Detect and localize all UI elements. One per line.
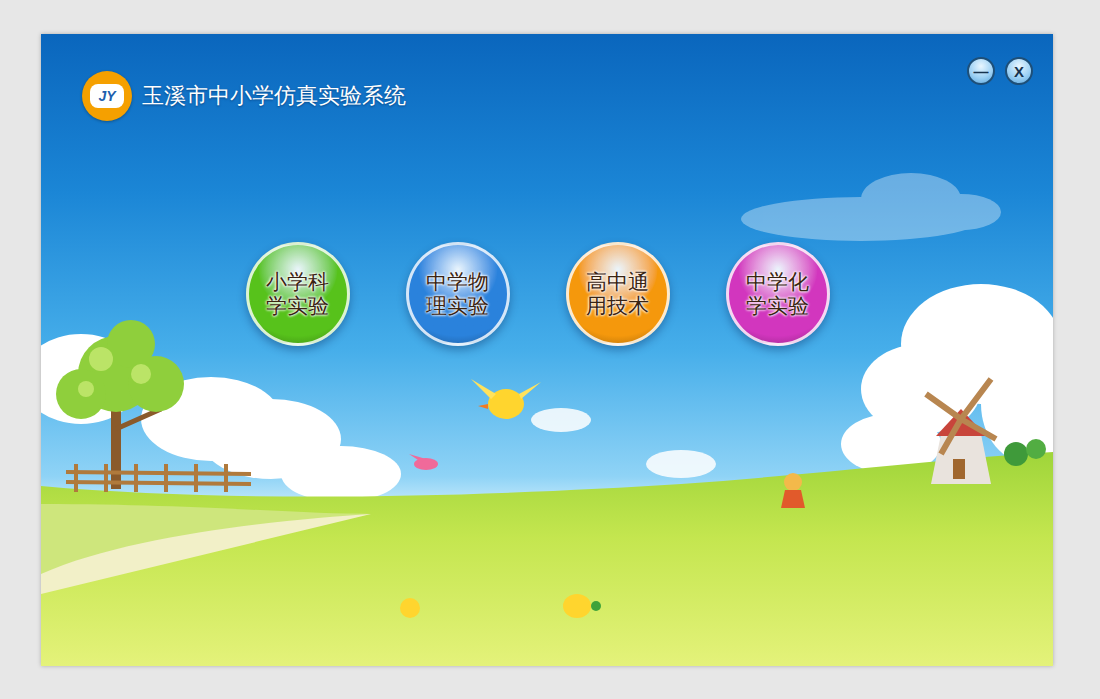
app-title: 玉溪市中小学仿真实验系统 — [142, 81, 406, 111]
scenery — [41, 34, 1053, 666]
minimize-button[interactable]: — — [967, 57, 995, 85]
subject-button[interactable]: 小学科学实验 — [246, 242, 350, 346]
window-controls: —X — [967, 57, 1033, 85]
logo-icon: JY — [82, 71, 132, 121]
close-button[interactable]: X — [1005, 57, 1033, 85]
subject-button[interactable]: 中学物理实验 — [406, 242, 510, 346]
subject-button[interactable]: 高中通用技术 — [566, 242, 670, 346]
title-bar: JY 玉溪市中小学仿真实验系统 —X — [41, 34, 1053, 121]
logo-text: JY — [98, 89, 115, 103]
subject-label[interactable]: 高中通用技术 — [585, 270, 651, 318]
subject-menu: 小学科学实验 中学物理实验 高中通用技术 中学化学实验 — [41, 242, 1053, 346]
subject-label[interactable]: 中学物理实验 — [425, 270, 491, 318]
subject-label[interactable]: 小学科学实验 — [265, 270, 331, 318]
subject-button[interactable]: 中学化学实验 — [726, 242, 830, 346]
app-window: JY 玉溪市中小学仿真实验系统 —X 小学科学实验中学物理实验高中通用技术中学化… — [41, 34, 1053, 666]
subject-label[interactable]: 中学化学实验 — [745, 270, 811, 318]
brand: JY 玉溪市中小学仿真实验系统 — [82, 71, 406, 121]
logo-badge: JY — [90, 84, 124, 108]
